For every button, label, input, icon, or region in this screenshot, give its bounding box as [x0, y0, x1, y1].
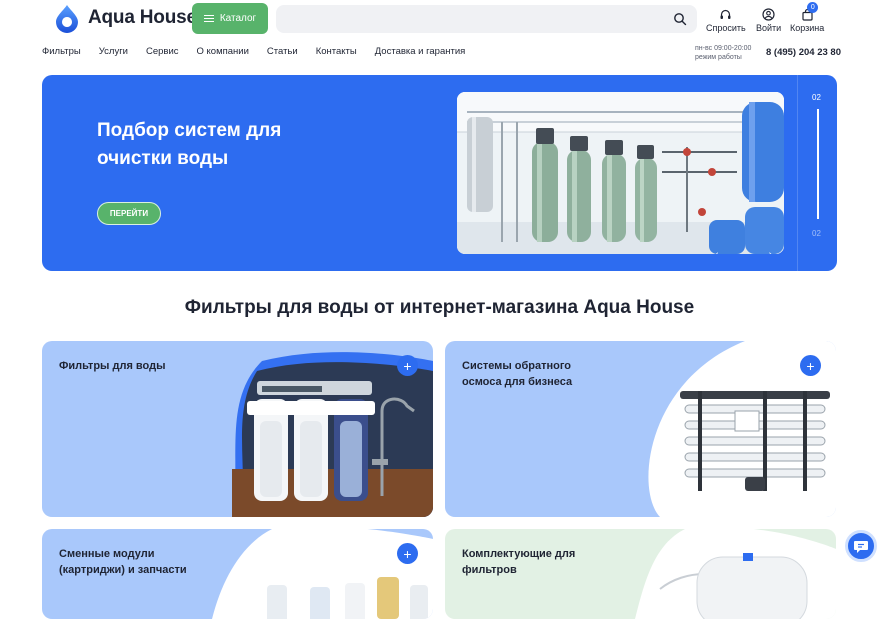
- plus-icon[interactable]: +: [397, 355, 418, 376]
- slide-progress-track: [817, 109, 819, 219]
- nav-item-about[interactable]: О компании: [197, 46, 249, 57]
- main-nav: Фильтры Услуги Сервис О компании Статьи …: [42, 46, 483, 57]
- nav-item-contacts[interactable]: Контакты: [316, 46, 357, 57]
- chat-widget-button[interactable]: [845, 530, 877, 562]
- user-icon: [762, 8, 775, 21]
- search-input[interactable]: [276, 5, 697, 33]
- cart-label: Корзина: [790, 23, 825, 33]
- hero-next-arrow-icon[interactable]: →: [756, 242, 778, 254]
- brand-name: Aqua House: [88, 7, 197, 28]
- card-title: Сменные модули (картриджи) и запчасти: [59, 548, 187, 576]
- search-icon[interactable]: [673, 12, 687, 26]
- chat-bubble-icon: [854, 541, 868, 553]
- login-label: Войти: [756, 23, 782, 33]
- category-card-filter-accessories[interactable]: Комплектующие для фильтров: [445, 529, 836, 619]
- nav-item-services[interactable]: Услуги: [99, 46, 128, 57]
- working-hours-label: режим работы: [695, 54, 742, 61]
- ask-label: Спросить: [706, 23, 746, 33]
- phone-number[interactable]: 8 (495) 204 23 80: [766, 47, 841, 58]
- hero-banner: Подбор систем для очистки воды ПЕРЕЙТИ ←…: [42, 75, 837, 271]
- catalog-button-label: Каталог: [219, 13, 257, 24]
- card-title: Фильтры для воды: [59, 360, 166, 372]
- slide-progress-fill: [817, 109, 819, 219]
- nav-item-articles[interactable]: Статьи: [267, 46, 298, 57]
- hero-prev-arrow-icon[interactable]: ←: [709, 242, 731, 254]
- plus-icon[interactable]: +: [800, 355, 821, 376]
- category-card-water-filters[interactable]: Фильтры для воды +: [42, 341, 433, 517]
- slide-total-number: 02: [812, 229, 821, 238]
- section-title: Фильтры для воды от интернет-магазина Aq…: [184, 297, 695, 318]
- card-title: Системы обратного осмоса для бизнеса: [462, 360, 573, 388]
- logo[interactable]: Aqua House: [52, 3, 197, 33]
- hero-title: Подбор систем для очистки воды: [97, 120, 282, 169]
- working-hours-days: пн-вс 09:00-20:00: [695, 45, 752, 52]
- cart-button[interactable]: Корзина 0: [790, 2, 825, 33]
- water-drop-logo-icon: [56, 5, 78, 33]
- site-header: Aqua House Каталог Спросить Войти Корзин…: [0, 0, 879, 40]
- card-title: Комплектующие для фильтров: [462, 548, 576, 576]
- headset-icon: [720, 9, 731, 19]
- hero-go-button[interactable]: ПЕРЕЙТИ: [97, 202, 161, 225]
- nav-item-delivery[interactable]: Доставка и гарантия: [375, 46, 466, 57]
- category-card-reverse-osmosis[interactable]: Системы обратного осмоса для бизнеса +: [445, 341, 836, 517]
- plus-icon[interactable]: +: [397, 543, 418, 564]
- catalog-button[interactable]: Каталог: [192, 3, 268, 34]
- menu-icon: [203, 14, 214, 23]
- water-treatment-illustration: [457, 92, 784, 254]
- working-hours: пн-вс 09:00-20:00 режим работы: [695, 44, 751, 62]
- category-card-replacement-cartridges[interactable]: Сменные модули (картриджи) и запчасти +: [42, 529, 433, 619]
- search-bar: [276, 5, 697, 33]
- hero-image-water-treatment-plant: ← →: [457, 92, 784, 254]
- slide-current-number: 02: [812, 93, 821, 102]
- nav-item-filters[interactable]: Фильтры: [42, 46, 81, 57]
- ask-button[interactable]: Спросить: [706, 8, 746, 33]
- nav-item-service[interactable]: Сервис: [146, 46, 179, 57]
- login-button[interactable]: Войти: [756, 8, 781, 33]
- cart-count-badge: 0: [807, 2, 819, 13]
